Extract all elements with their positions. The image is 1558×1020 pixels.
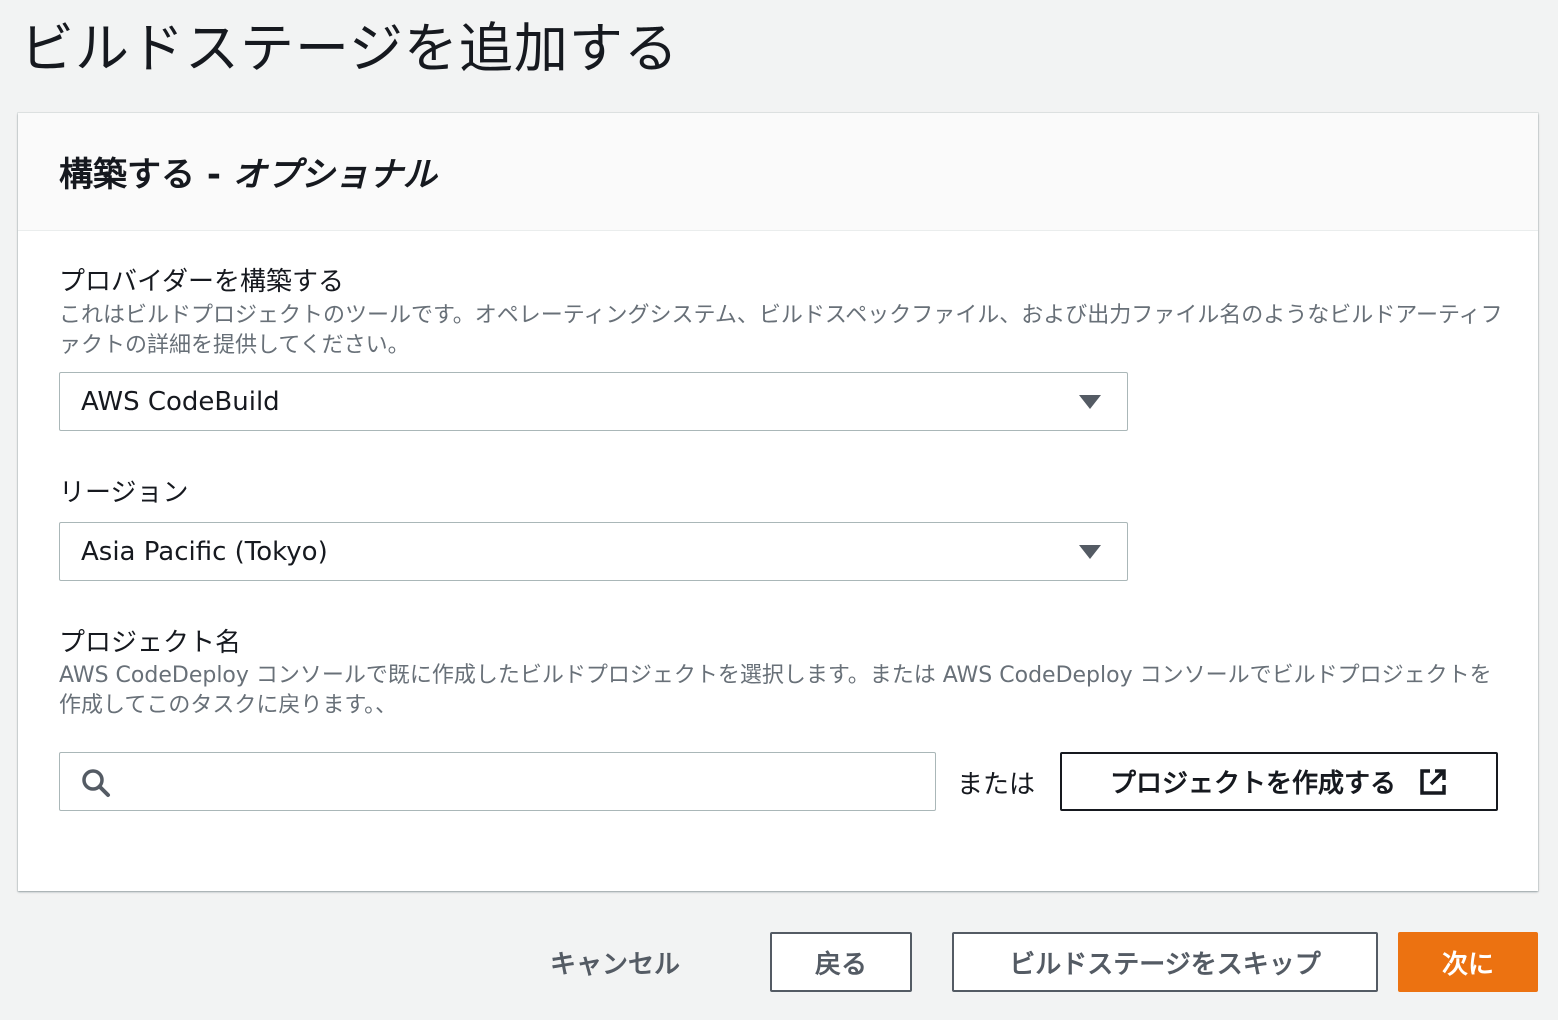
or-text: または xyxy=(957,770,1036,800)
provider-select[interactable]: AWS CodeBuild xyxy=(59,372,1128,431)
panel-title-optional: オプショナル xyxy=(232,155,437,195)
page-title: ビルドステージを追加する xyxy=(20,17,679,80)
provider-select-value: AWS CodeBuild xyxy=(81,386,280,417)
caret-down-icon xyxy=(1079,394,1101,409)
cancel-button[interactable]: キャンセル xyxy=(520,932,710,992)
build-stage-panel: 構築する - オプショナル プロバイダーを構築する これはビルドプロジェクトのツ… xyxy=(18,113,1538,891)
project-name-description: AWS CodeDeploy コンソールで既に作成したビルドプロジェクトを選択し… xyxy=(59,663,1492,718)
project-name-label: プロジェクト名 xyxy=(59,628,242,658)
region-select-value: Asia Pacific (Tokyo) xyxy=(81,536,328,567)
provider-description: これはビルドプロジェクトのツールです。オペレーティングシステム、ビルドスペックフ… xyxy=(59,303,1503,358)
skip-build-stage-button[interactable]: ビルドステージをスキップ xyxy=(952,932,1378,992)
project-search-box[interactable] xyxy=(59,752,936,811)
region-select[interactable]: Asia Pacific (Tokyo) xyxy=(59,522,1128,581)
panel-title: 構築する - オプショナル xyxy=(59,147,437,196)
region-label: リージョン xyxy=(59,478,189,508)
caret-down-icon xyxy=(1079,544,1101,559)
back-button[interactable]: 戻る xyxy=(770,932,912,992)
provider-label: プロバイダーを構築する xyxy=(59,267,344,297)
project-search-input[interactable] xyxy=(124,761,914,801)
search-icon xyxy=(82,769,110,797)
panel-title-main: 構築する - xyxy=(59,155,233,195)
external-link-icon xyxy=(1420,768,1446,795)
panel-header: 構築する - オプショナル xyxy=(18,113,1538,231)
next-button[interactable]: 次に xyxy=(1398,932,1538,992)
create-project-button-label: プロジェクトを作成する xyxy=(1109,769,1396,799)
create-project-button[interactable]: プロジェクトを作成する xyxy=(1060,752,1498,811)
